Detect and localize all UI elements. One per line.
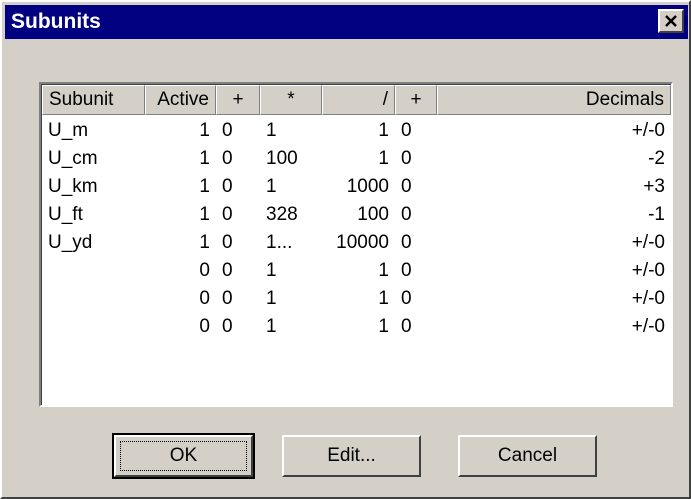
title-bar[interactable]: Subunits	[5, 5, 688, 39]
column-header-add[interactable]: +	[216, 85, 260, 115]
cell-subunit	[42, 285, 145, 313]
cell-subunit: U_km	[48, 176, 98, 197]
cell-add: 0	[222, 288, 233, 309]
cell-active: 1	[199, 176, 210, 197]
cell-divide: 1	[378, 148, 389, 169]
cell-active: 1	[199, 120, 210, 141]
cell-add: 0	[222, 316, 233, 337]
cell-decimals: +/-0	[631, 120, 665, 141]
table-row[interactable]: U_km 1 0 1 1000 0 +3	[42, 173, 671, 201]
cancel-button[interactable]: Cancel	[458, 435, 597, 477]
cell-subunit	[42, 313, 145, 341]
table-row[interactable]: U_m 1 0 1 1 0 +/-0	[42, 117, 671, 145]
cell-add: 0	[222, 204, 233, 225]
column-header-add-2[interactable]: +	[395, 85, 437, 115]
column-header-divide[interactable]: /	[322, 85, 395, 115]
edit-button[interactable]: Edit...	[282, 435, 421, 477]
cell-add-2: 0	[401, 176, 412, 197]
cell-divide: 1	[378, 120, 389, 141]
cell-add: 0	[222, 176, 233, 197]
ok-button[interactable]: OK	[112, 433, 255, 479]
cell-active: 0	[199, 288, 210, 309]
table-row[interactable]: U_yd 1 0 1... 10000 0 +/-0	[42, 229, 671, 257]
focus-rect	[120, 441, 247, 471]
close-icon	[665, 15, 677, 27]
table-row[interactable]: 0 0 1 1 0 +/-0	[42, 257, 671, 285]
cell-multiply: 1	[266, 288, 277, 309]
cell-add-2: 0	[401, 204, 412, 225]
cell-add-2: 0	[401, 232, 412, 253]
cell-multiply: 1	[266, 316, 277, 337]
cell-add-2: 0	[401, 288, 412, 309]
cell-add: 0	[222, 148, 233, 169]
column-header-subunit[interactable]: Subunit	[42, 85, 145, 115]
cell-decimals: -1	[648, 204, 665, 225]
cell-subunit	[42, 257, 145, 285]
cell-active: 1	[199, 148, 210, 169]
cell-divide: 1000	[346, 176, 389, 197]
cell-decimals: +/-0	[631, 316, 665, 337]
cell-divide: 1	[378, 260, 389, 281]
cell-subunit: U_cm	[48, 148, 98, 169]
cell-divide: 1	[378, 288, 389, 309]
cell-multiply: 1...	[266, 232, 293, 253]
cell-multiply: 328	[266, 204, 298, 225]
cell-active: 1	[199, 204, 210, 225]
cell-add-2: 0	[401, 316, 412, 337]
cancel-button-label: Cancel	[497, 445, 558, 466]
table-row[interactable]: 0 0 1 1 0 +/-0	[42, 313, 671, 341]
cell-add-2: 0	[401, 260, 412, 281]
subunits-list[interactable]: Subunit Active + * / + Decimals U_m 1 0 1 1 0…	[39, 82, 673, 407]
cell-active: 0	[199, 316, 210, 337]
cell-divide: 100	[357, 204, 389, 225]
cell-subunit: U_m	[48, 120, 89, 141]
cell-subunit: U_ft	[48, 204, 83, 225]
cell-add: 0	[222, 232, 233, 253]
column-header-decimals[interactable]: Decimals	[437, 85, 671, 115]
cell-decimals: +/-0	[631, 232, 665, 253]
cell-decimals: +/-0	[631, 260, 665, 281]
cell-subunit: U_yd	[48, 232, 93, 253]
list-header: Subunit Active + * / + Decimals	[42, 85, 671, 115]
window-title: Subunits	[11, 10, 101, 33]
cell-active: 1	[199, 232, 210, 253]
cell-multiply: 1	[266, 260, 277, 281]
cell-add: 0	[222, 120, 233, 141]
cell-divide: 10000	[336, 232, 389, 253]
cell-add-2: 0	[401, 148, 412, 169]
column-header-active[interactable]: Active	[145, 85, 216, 115]
table-row[interactable]: 0 0 1 1 0 +/-0	[42, 285, 671, 313]
close-button[interactable]	[658, 9, 684, 33]
cell-decimals: +/-0	[631, 288, 665, 309]
table-row[interactable]: U_cm 1 0 100 1 0 -2	[42, 145, 671, 173]
cell-multiply: 1	[266, 176, 277, 197]
edit-button-label: Edit...	[327, 445, 376, 466]
cell-active: 0	[199, 260, 210, 281]
cell-decimals: -2	[648, 148, 665, 169]
cell-multiply: 100	[266, 148, 298, 169]
cell-add-2: 0	[401, 120, 412, 141]
cell-multiply: 1	[266, 120, 277, 141]
cell-add: 0	[222, 260, 233, 281]
cell-divide: 1	[378, 316, 389, 337]
cell-decimals: +3	[643, 176, 665, 197]
subunits-dialog: Subunits Subunit Active + * / + Decimals…	[0, 0, 691, 499]
table-row[interactable]: U_ft 1 0 328 100 0 -1	[42, 201, 671, 229]
column-header-multiply[interactable]: *	[260, 85, 322, 115]
list-rows: U_m 1 0 1 1 0 +/-0 U_cm 1 0 100 1 0 -2 U_km 1 0 1 1000 0 +3 U…	[42, 117, 671, 341]
